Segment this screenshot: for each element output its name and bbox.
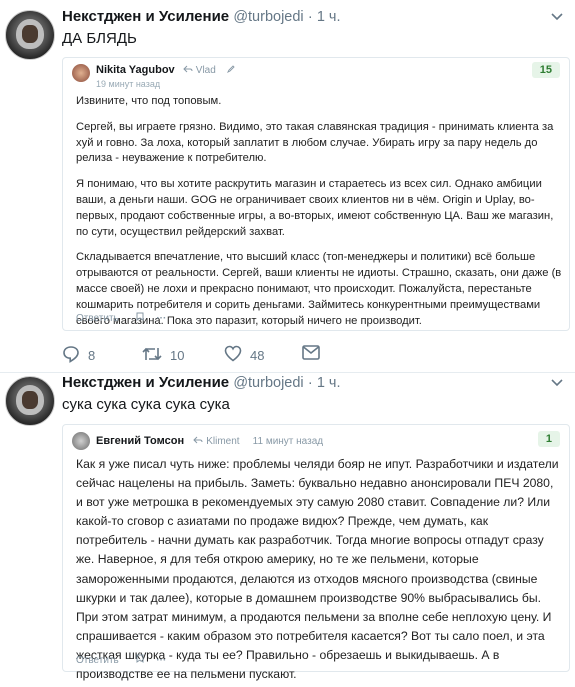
- comment-score: 15: [531, 62, 560, 78]
- reply-to-name[interactable]: Kliment: [206, 436, 239, 447]
- chevron-down-icon[interactable]: [551, 378, 563, 390]
- mail-icon[interactable]: [302, 345, 328, 363]
- retweet-action[interactable]: 10: [142, 345, 184, 366]
- quoted-comment[interactable]: Nikita Yagubov Vlad 19 минут назад 15 Из…: [62, 57, 570, 331]
- comment-body: Как я уже писал чуть ниже: проблемы челя…: [76, 455, 562, 684]
- comment-score: 1: [537, 431, 560, 447]
- author-name[interactable]: Некстджен и Усиление: [62, 374, 229, 391]
- retweet-icon[interactable]: [142, 345, 170, 366]
- tweet[interactable]: Некстджен и Усиление @turbojedi · 1 ч. с…: [0, 372, 575, 687]
- tweet-text: ДА БЛЯДЬ: [62, 30, 137, 47]
- author-name[interactable]: Некстджен и Усиление: [62, 8, 229, 25]
- separator-dot: ·: [307, 375, 313, 391]
- comment-body: Извините, что под топовым. Сергей, вы иг…: [76, 94, 562, 329]
- comment-header: Nikita Yagubov Vlad: [96, 64, 235, 76]
- avatar[interactable]: [5, 10, 55, 60]
- reply-arrow-icon: [193, 435, 206, 447]
- comment-paragraph: Сергей, вы играете грязно. Видимо, это т…: [76, 120, 554, 165]
- like-action[interactable]: 48: [224, 345, 264, 365]
- bookmark-icon[interactable]: [136, 312, 144, 324]
- comment-footer: Ответить ···: [76, 654, 166, 666]
- like-count: 48: [250, 347, 265, 363]
- chevron-down-icon[interactable]: [551, 12, 563, 24]
- bookmark-icon[interactable]: [136, 654, 144, 666]
- more-icon[interactable]: ···: [156, 313, 166, 324]
- comment-footer: Ответить ···: [76, 312, 166, 324]
- commenter-avatar[interactable]: [72, 432, 90, 450]
- tweet-time[interactable]: 1 ч.: [317, 375, 341, 391]
- reply-arrow-icon: [183, 64, 196, 76]
- author-handle[interactable]: @turbojedi: [233, 375, 303, 391]
- comment-header: Евгений Томсон Kliment 11 минут назад: [96, 435, 323, 447]
- tweet[interactable]: Некстджен и Усиление @turbojedi · 1 ч. Д…: [0, 0, 575, 372]
- tweet-header: Некстджен и Усиление @turbojedi · 1 ч.: [62, 374, 341, 391]
- comment-time: 11 минут назад: [252, 436, 324, 447]
- tweet-text: сука сука сука сука сука: [62, 396, 230, 413]
- reply-count: 8: [88, 348, 96, 363]
- commenter-name[interactable]: Евгений Томсон: [96, 435, 184, 447]
- tweet-time[interactable]: 1 ч.: [317, 9, 341, 25]
- reply-link[interactable]: Ответить: [76, 655, 119, 666]
- avatar[interactable]: [5, 376, 55, 426]
- quoted-comment[interactable]: Евгений Томсон Kliment 11 минут назад 1 …: [62, 424, 570, 681]
- message-action[interactable]: [302, 345, 328, 363]
- comment-paragraph: Как я уже писал чуть ниже: проблемы челя…: [76, 457, 559, 682]
- commenter-name[interactable]: Nikita Yagubov: [96, 64, 175, 76]
- heart-icon[interactable]: [224, 345, 250, 365]
- reply-action[interactable]: 8: [62, 345, 95, 366]
- author-handle[interactable]: @turbojedi: [233, 9, 303, 25]
- comment-paragraph: Извините, что под топовым.: [76, 95, 222, 107]
- more-icon[interactable]: ···: [156, 655, 166, 666]
- reply-icon[interactable]: [62, 345, 88, 366]
- reply-to-name[interactable]: Vlad: [196, 65, 216, 76]
- comment-paragraph: Я понимаю, что вы хотите раскрутить мага…: [76, 178, 554, 238]
- comment-time: 19 минут назад: [96, 79, 161, 89]
- tweet-header: Некстджен и Усиление @turbojedi · 1 ч.: [62, 8, 341, 25]
- retweet-count: 10: [170, 348, 185, 363]
- separator-dot: ·: [307, 9, 313, 25]
- commenter-avatar[interactable]: [72, 64, 90, 82]
- reply-link[interactable]: Ответить: [76, 313, 119, 324]
- pencil-icon[interactable]: [226, 64, 235, 76]
